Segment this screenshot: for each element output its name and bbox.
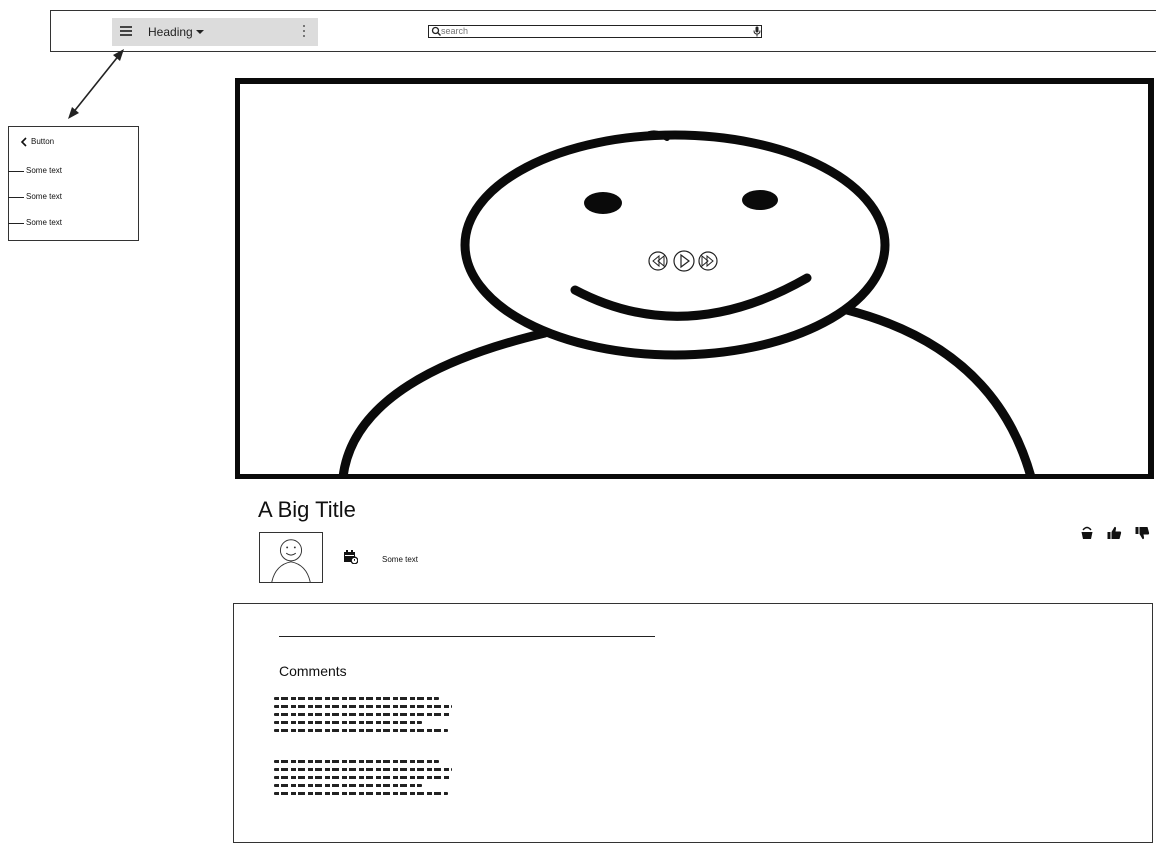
connector-arrow <box>68 49 124 119</box>
side-menu-item[interactable]: Some text <box>26 166 62 175</box>
side-menu-back-button[interactable]: Button <box>31 137 54 146</box>
side-menu-item[interactable]: Some text <box>26 218 62 227</box>
hamburger-icon[interactable] <box>120 25 132 36</box>
side-menu-item[interactable]: Some text <box>26 192 62 201</box>
comment-text-placeholder <box>274 697 454 737</box>
thumbs-up-icon[interactable] <box>1107 526 1122 540</box>
video-title: A Big Title <box>258 497 356 522</box>
bucket-icon[interactable] <box>1080 526 1094 540</box>
video-meta-text: Some text <box>382 555 419 564</box>
microphone-icon[interactable] <box>753 26 761 37</box>
divider <box>279 636 655 637</box>
search-input[interactable] <box>441 25 741 37</box>
thumbs-down-icon[interactable] <box>1135 526 1150 540</box>
play-icon[interactable] <box>673 250 695 272</box>
heading-menu[interactable] <box>112 18 318 46</box>
side-menu-item-marker <box>8 171 24 172</box>
calendar-clock-icon <box>344 550 358 564</box>
comments-heading: Comments <box>279 663 347 679</box>
side-menu-item-marker <box>8 197 24 198</box>
comment-text-placeholder <box>274 760 454 800</box>
chevron-down-icon[interactable] <box>196 30 204 34</box>
video-player[interactable] <box>235 78 1155 479</box>
more-vertical-icon[interactable] <box>302 25 306 37</box>
heading-label[interactable]: Heading <box>148 25 193 39</box>
rewind-icon[interactable] <box>648 251 668 271</box>
fast-forward-icon[interactable] <box>698 251 718 271</box>
chevron-left-icon[interactable] <box>20 137 28 147</box>
avatar-person-icon <box>271 539 311 583</box>
avatar[interactable] <box>259 532 323 583</box>
side-menu-item-marker <box>8 223 24 224</box>
